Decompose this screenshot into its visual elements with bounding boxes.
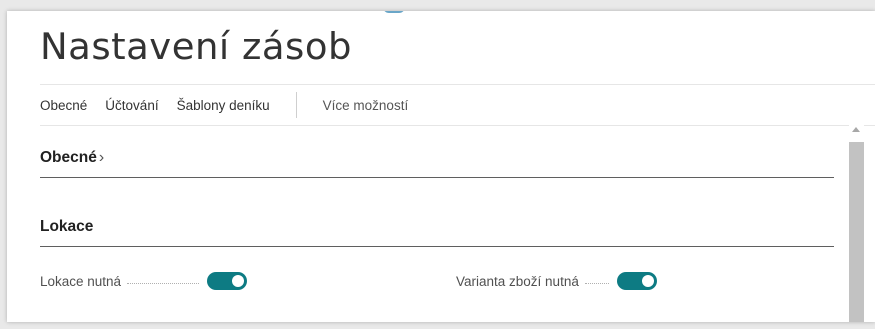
field-variant-mandatory: Varianta zboží nutná: [456, 270, 657, 292]
section-location-label: Lokace: [40, 218, 94, 235]
variant-mandatory-toggle[interactable]: [616, 272, 657, 290]
field-leader-dots: [584, 282, 609, 284]
field-leader-dots: [127, 282, 200, 284]
scroll-up-arrow-icon[interactable]: [852, 127, 860, 132]
toggle-knob: [641, 275, 654, 287]
vertical-scrollbar[interactable]: [849, 124, 864, 322]
content-area: Obecné › Lokace Lokace nutná Varianta zbo…: [40, 126, 834, 322]
chevron-right-icon: ›: [98, 149, 105, 166]
location-mandatory-toggle[interactable]: [207, 272, 248, 290]
top-accent-indicator: [383, 11, 405, 13]
scroll-thumb[interactable]: [849, 142, 864, 322]
page-title: Nastavení zásob: [40, 25, 352, 68]
inventory-setup-window: Nastavení zásob Obecné Účtování Šablony …: [7, 11, 875, 322]
toggle-knob: [232, 275, 245, 287]
action-posting[interactable]: Účtování: [105, 98, 158, 113]
field-location-mandatory-label: Lokace nutná: [40, 273, 122, 289]
section-general-header[interactable]: Obecné ›: [40, 145, 834, 178]
section-location-header[interactable]: Lokace: [40, 214, 834, 247]
section-general-label: Obecné: [40, 149, 97, 166]
action-separator: [295, 92, 297, 118]
action-general[interactable]: Obecné: [40, 98, 87, 113]
action-journal-templates[interactable]: Šablony deníku: [177, 98, 270, 113]
field-location-mandatory: Lokace nutná: [40, 270, 248, 292]
more-options-button[interactable]: Více možností: [323, 98, 409, 113]
action-bar: Obecné Účtování Šablony deníku Více možn…: [40, 84, 875, 126]
field-variant-mandatory-label: Varianta zboží nutná: [456, 273, 579, 289]
